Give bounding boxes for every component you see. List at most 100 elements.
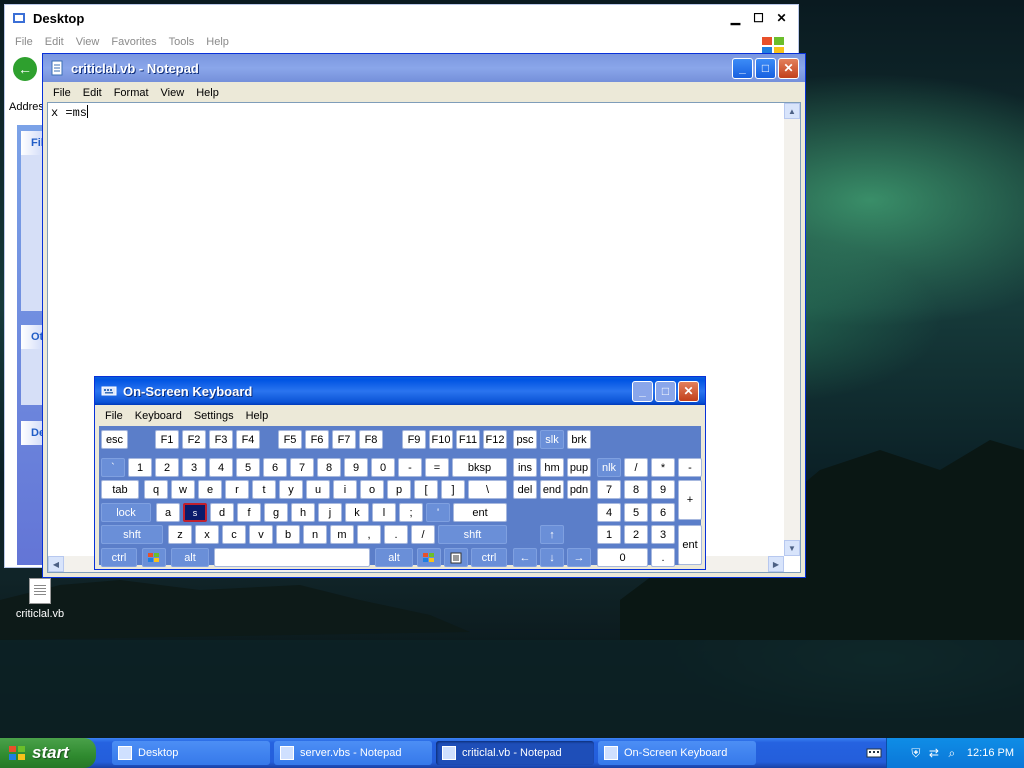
notepad-menu-view[interactable]: View: [155, 87, 191, 99]
clock[interactable]: 12:16 PM: [967, 747, 1014, 759]
key-arrow-up[interactable]: ↑: [540, 525, 564, 544]
key-g[interactable]: g: [264, 503, 288, 522]
key-m[interactable]: m: [330, 525, 354, 544]
scroll-left-icon[interactable]: ◀: [48, 556, 64, 572]
key-3[interactable]: 3: [182, 458, 206, 477]
notepad-menu-format[interactable]: Format: [108, 87, 155, 99]
vertical-scrollbar[interactable]: ▲ ▼: [784, 103, 800, 556]
osk-titlebar[interactable]: On-Screen Keyboard _ □ ✕: [95, 377, 705, 405]
key-l[interactable]: l: [372, 503, 396, 522]
taskbar-button-osk[interactable]: On-Screen Keyboard: [598, 741, 756, 765]
key-left-alt[interactable]: alt: [171, 548, 209, 567]
key-slk[interactable]: slk: [540, 430, 564, 449]
key-x[interactable]: x: [195, 525, 219, 544]
key-quote[interactable]: ': [426, 503, 450, 522]
key-f9[interactable]: F9: [402, 430, 426, 449]
taskbar-button-desktop[interactable]: Desktop: [112, 741, 270, 765]
key-a[interactable]: a: [156, 503, 180, 522]
key-num-decimal[interactable]: .: [651, 548, 675, 567]
key-equals[interactable]: =: [425, 458, 449, 477]
key-0[interactable]: 0: [371, 458, 395, 477]
key-f5[interactable]: F5: [278, 430, 302, 449]
key-right-windows[interactable]: [417, 548, 441, 567]
taskbar-button-criticlal-notepad[interactable]: criticlal.vb - Notepad: [436, 741, 594, 765]
key-esc[interactable]: esc: [101, 430, 128, 449]
notepad-menu-edit[interactable]: Edit: [77, 87, 108, 99]
key-f3[interactable]: F3: [209, 430, 233, 449]
start-button[interactable]: start: [0, 738, 96, 768]
key-enter[interactable]: ent: [453, 503, 507, 522]
explorer-menu-help[interactable]: Help: [200, 36, 235, 48]
key-f6[interactable]: F6: [305, 430, 329, 449]
scroll-right-icon[interactable]: ▶: [768, 556, 784, 572]
key-ins[interactable]: ins: [513, 458, 537, 477]
key-end[interactable]: end: [540, 480, 564, 499]
key-num-9[interactable]: 9: [651, 480, 675, 499]
key-num-enter[interactable]: ent: [678, 525, 702, 565]
osk-close-button[interactable]: ✕: [678, 380, 699, 402]
key-1[interactable]: 1: [128, 458, 152, 477]
notepad-titlebar[interactable]: criticlal.vb - Notepad _ □ ✕: [43, 54, 805, 82]
notepad-menu-help[interactable]: Help: [190, 87, 225, 99]
explorer-maximize-button[interactable]: ☐: [748, 8, 769, 29]
key-s[interactable]: s: [183, 503, 207, 522]
key-d[interactable]: d: [210, 503, 234, 522]
key-4[interactable]: 4: [209, 458, 233, 477]
key-period[interactable]: .: [384, 525, 408, 544]
key-2[interactable]: 2: [155, 458, 179, 477]
key-v[interactable]: v: [249, 525, 273, 544]
key-num-0[interactable]: 0: [597, 548, 648, 567]
key-arrow-left[interactable]: ←: [513, 548, 537, 567]
desktop-file-icon[interactable]: criticlal.vb: [10, 578, 70, 620]
key-minus[interactable]: -: [398, 458, 422, 477]
key-num-divide[interactable]: /: [624, 458, 648, 477]
notepad-maximize-button[interactable]: □: [755, 57, 776, 79]
explorer-menu-edit[interactable]: Edit: [39, 36, 70, 48]
key-j[interactable]: j: [318, 503, 342, 522]
key-f4[interactable]: F4: [236, 430, 260, 449]
key-f11[interactable]: F11: [456, 430, 480, 449]
key-backspace[interactable]: bksp: [452, 458, 507, 477]
key-pagedown[interactable]: pdn: [567, 480, 591, 499]
osk-menu-keyboard[interactable]: Keyboard: [129, 410, 188, 422]
key-h[interactable]: h: [291, 503, 315, 522]
key-backtick[interactable]: `: [101, 458, 125, 477]
explorer-close-button[interactable]: ✕: [771, 8, 792, 29]
explorer-menu-view[interactable]: View: [70, 36, 106, 48]
key-num-8[interactable]: 8: [624, 480, 648, 499]
key-slash[interactable]: /: [411, 525, 435, 544]
key-psc[interactable]: psc: [513, 430, 537, 449]
key-c[interactable]: c: [222, 525, 246, 544]
osk-window[interactable]: On-Screen Keyboard _ □ ✕ File Keyboard S…: [94, 376, 706, 570]
key-7[interactable]: 7: [290, 458, 314, 477]
explorer-menu-file[interactable]: File: [9, 36, 39, 48]
key-left-ctrl[interactable]: ctrl: [101, 548, 137, 567]
key-backslash[interactable]: \: [468, 480, 507, 499]
osk-menu-help[interactable]: Help: [240, 410, 275, 422]
key-num-plus[interactable]: +: [678, 480, 702, 520]
key-u[interactable]: u: [306, 480, 330, 499]
explorer-minimize-button[interactable]: ▁: [725, 8, 746, 29]
key-k[interactable]: k: [345, 503, 369, 522]
key-right-alt[interactable]: alt: [375, 548, 413, 567]
osk-maximize-button[interactable]: □: [655, 380, 676, 402]
key-e[interactable]: e: [198, 480, 222, 499]
key-y[interactable]: y: [279, 480, 303, 499]
key-p[interactable]: p: [387, 480, 411, 499]
key-w[interactable]: w: [171, 480, 195, 499]
key-f7[interactable]: F7: [332, 430, 356, 449]
key-menu[interactable]: [444, 548, 468, 567]
key-del[interactable]: del: [513, 480, 537, 499]
key-f10[interactable]: F10: [429, 430, 453, 449]
key-right-bracket[interactable]: ]: [441, 480, 465, 499]
key-q[interactable]: q: [144, 480, 168, 499]
key-arrow-right[interactable]: →: [567, 548, 591, 567]
key-num-2[interactable]: 2: [624, 525, 648, 544]
back-arrow-icon[interactable]: ←: [13, 57, 37, 81]
key-semicolon[interactable]: ;: [399, 503, 423, 522]
key-right-shift[interactable]: shft: [438, 525, 507, 544]
key-f2[interactable]: F2: [182, 430, 206, 449]
key-r[interactable]: r: [225, 480, 249, 499]
key-f[interactable]: f: [237, 503, 261, 522]
key-5[interactable]: 5: [236, 458, 260, 477]
